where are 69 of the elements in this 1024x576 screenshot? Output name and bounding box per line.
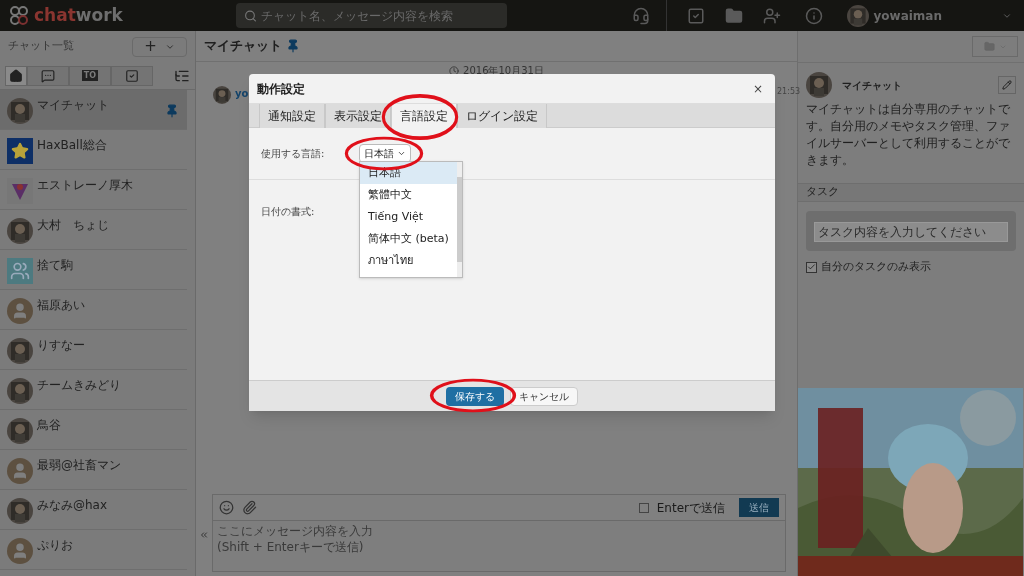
- username[interactable]: yowaiman: [873, 6, 942, 25]
- close-button[interactable]: ×: [748, 79, 767, 98]
- sender-name: yo: [235, 87, 249, 101]
- clock-icon: [449, 65, 460, 76]
- chat-name: 大村 ちょじ: [37, 218, 110, 232]
- chat-name: 捨て駒: [37, 258, 74, 272]
- chat-name: チームきみどり: [37, 378, 122, 392]
- avatar-icon: [7, 458, 33, 484]
- caret-icon: [397, 149, 406, 158]
- field-label: 使用する言語:: [261, 147, 326, 161]
- checkbox[interactable]: [638, 502, 649, 513]
- cancel-button[interactable]: キャンセル: [510, 386, 578, 406]
- chat-name: りすなー: [37, 338, 86, 352]
- scrollbar[interactable]: [456, 162, 462, 277]
- folder-menu-button[interactable]: [972, 36, 1018, 57]
- checkbox-label: Enterで送信: [656, 499, 725, 517]
- logo-icon: [8, 4, 30, 27]
- filter-tab[interactable]: [5, 65, 27, 86]
- task-input[interactable]: タスク内容を入力してください: [814, 222, 1008, 242]
- chat-name: HaxBall総合: [37, 138, 108, 152]
- collapse-icon[interactable]: [199, 530, 209, 540]
- settings-tab[interactable]: 通知設定: [259, 104, 325, 128]
- checkbox-label: 自分のタスクのみ表示: [821, 259, 931, 275]
- panel-title: マイチャット: [842, 78, 903, 93]
- send-button[interactable]: 送信: [739, 498, 779, 517]
- star-avatar-icon: [7, 138, 33, 164]
- search-icon: [244, 8, 258, 23]
- info-icon[interactable]: [805, 6, 824, 25]
- folder-icon[interactable]: [725, 6, 744, 25]
- edit-button[interactable]: [998, 76, 1016, 94]
- tasks-heading: タスク: [806, 184, 839, 201]
- chat-title: マイチャット: [204, 37, 282, 56]
- chat-name: みなみ@hax: [37, 498, 109, 512]
- settings-tab[interactable]: ログイン設定: [457, 104, 547, 128]
- dialog-title: 動作設定: [257, 80, 305, 98]
- pencil-icon: [1002, 80, 1012, 90]
- chat-name: 鳥谷: [37, 418, 62, 432]
- avatar-icon: [7, 298, 33, 324]
- pin-icon: [165, 104, 179, 118]
- filter-tab[interactable]: TO: [69, 65, 111, 86]
- group-avatar-icon: [7, 258, 33, 284]
- filter-tab[interactable]: [111, 65, 153, 86]
- new-chat-button[interactable]: +: [132, 36, 187, 57]
- settings-tab[interactable]: 表示設定: [325, 104, 391, 128]
- chat-name: エストレーノ厚木: [37, 178, 134, 192]
- message-composer[interactable]: Enterで送信 送信 ここにメッセージ内容を入力 (Shift + Enterキーで送信): [212, 494, 786, 572]
- chat-list-item[interactable]: マイチャット: [0, 90, 187, 130]
- attachment-icon[interactable]: [242, 500, 257, 515]
- logo-text: chatwork: [34, 7, 123, 24]
- settings-tab[interactable]: 言語設定: [391, 104, 457, 128]
- save-button[interactable]: 保存する: [446, 386, 504, 406]
- folder-icon: [983, 41, 995, 52]
- chat-name: 最弱@社畜マン: [37, 458, 122, 472]
- chat-name: ぷりお: [37, 538, 74, 552]
- chat-name: 福原あい: [37, 298, 86, 312]
- emoji-icon[interactable]: [219, 500, 234, 515]
- avatar-icon: [7, 538, 33, 564]
- add-contact-icon[interactable]: [763, 6, 782, 25]
- task-icon[interactable]: [687, 6, 706, 25]
- support-icon[interactable]: [632, 6, 651, 25]
- chat-description: マイチャットは自分専用のチャットです。自分用のメモやタスク管理、ファイルサーバーとして利用することができます。: [806, 101, 1011, 169]
- home-icon: [9, 68, 23, 83]
- checkbox[interactable]: [806, 261, 817, 273]
- filter-tab[interactable]: [27, 65, 69, 86]
- checkbox-icon: [125, 68, 139, 83]
- chat-name: マイチャット: [37, 98, 110, 112]
- message-time: 21:53: [777, 86, 801, 98]
- field-label: 日付の書式:: [261, 206, 315, 217]
- speech-bubble-icon: [41, 68, 55, 83]
